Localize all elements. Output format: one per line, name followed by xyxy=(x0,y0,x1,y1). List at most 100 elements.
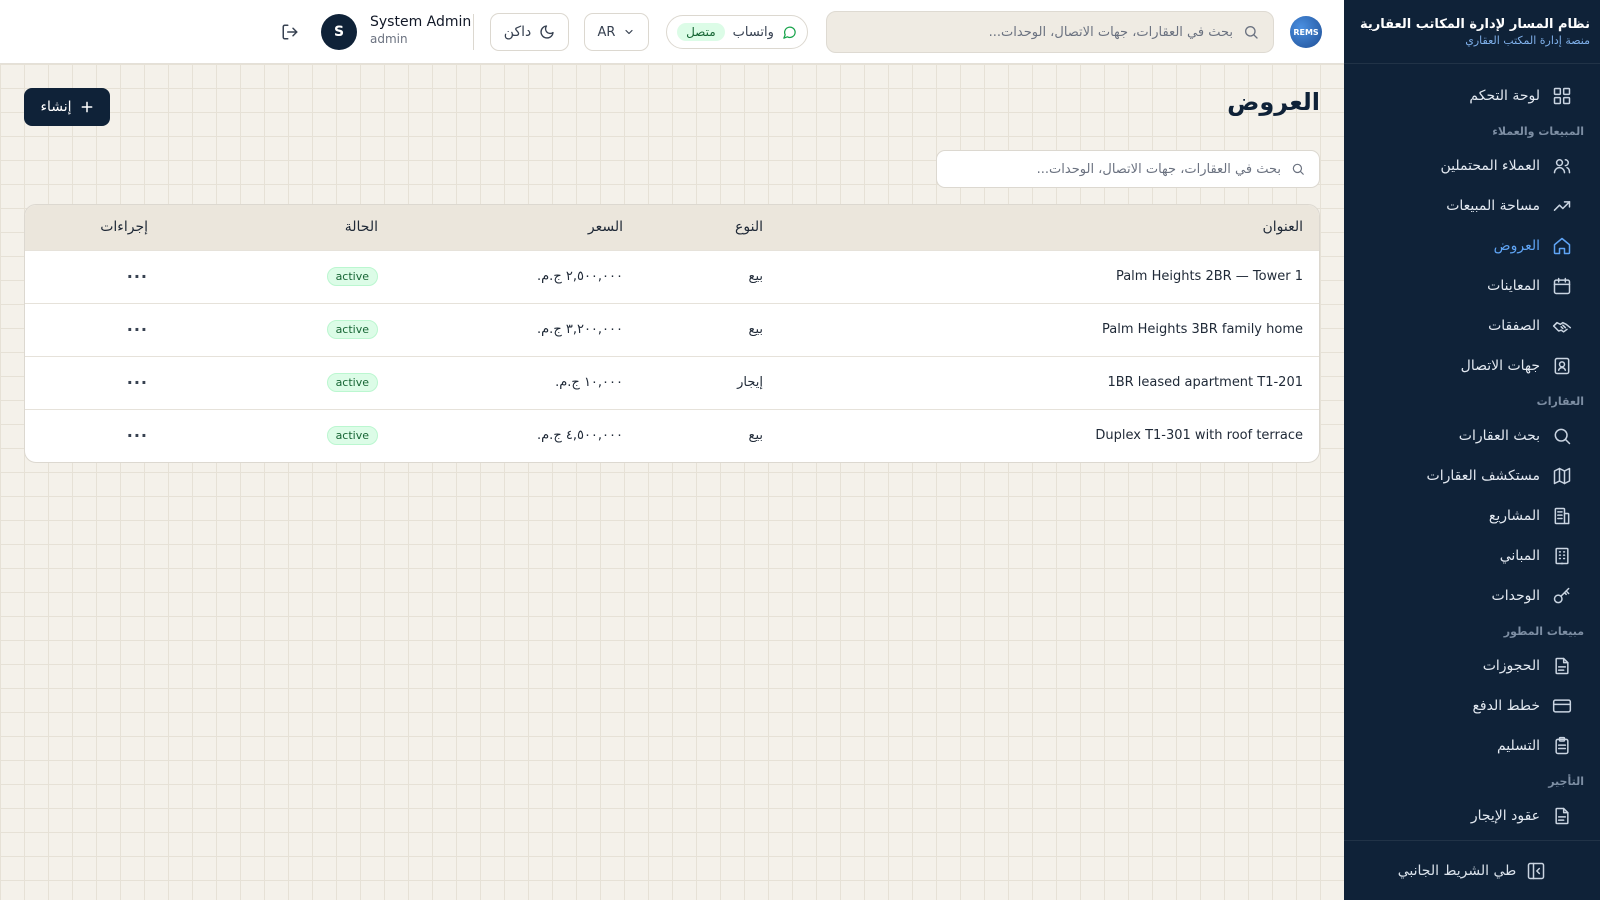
listings-search-input[interactable] xyxy=(951,161,1281,177)
sidebar-item-label: خطط الدفع xyxy=(1472,698,1540,714)
sidebar-item[interactable]: بحث العقارات xyxy=(1344,416,1600,456)
header-actions: إجراءات xyxy=(100,219,148,236)
sidebar-item-label: بحث العقارات xyxy=(1458,428,1540,444)
sidebar-item-label: جهات الاتصال xyxy=(1460,358,1540,374)
row-actions-button[interactable]: ··· xyxy=(127,426,148,445)
main-content: العروض إنشاء العنوان النوع السعر الحالة … xyxy=(0,64,1344,900)
sidebar-item[interactable]: التسليم xyxy=(1344,726,1600,766)
cell-status: active xyxy=(164,356,394,409)
sidebar-item-label: التسليم xyxy=(1496,738,1540,754)
cell-price-text: ١٠,٠٠٠ ج.م. xyxy=(555,375,623,390)
cell-type-text: إيجار xyxy=(737,375,763,390)
user-info[interactable]: System Admin admin xyxy=(370,14,471,46)
sidebar-header: REMS نظام المسار لإدارة المكاتب العقارية… xyxy=(1344,0,1600,64)
plus-icon xyxy=(81,101,92,113)
building-icon xyxy=(1555,547,1569,565)
sidebar-item[interactable]: لوحة التحكم xyxy=(1344,76,1600,116)
sidebar-item[interactable]: مساحة المبيعات xyxy=(1344,186,1600,226)
theme-toggle-button[interactable]: داكن xyxy=(490,13,569,51)
cell-title: Duplex T1-301 with roof terrace xyxy=(779,409,1319,462)
cell-price-text: ٢,٥٠٠,٠٠٠ ج.م. xyxy=(537,269,623,284)
cell-price: ٣,٢٠٠,٠٠٠ ج.م. xyxy=(394,303,639,356)
whatsapp-status[interactable]: واتساب متصل xyxy=(666,15,808,49)
cell-type: إيجار xyxy=(639,356,779,409)
sidebar-item-label: الوحدات xyxy=(1491,588,1540,604)
sidebar-item[interactable]: المعاينات xyxy=(1344,266,1600,306)
cell-price-text: ٤,٥٠٠,٠٠٠ ج.م. xyxy=(537,428,623,444)
global-search-input[interactable] xyxy=(841,24,1233,40)
search-icon xyxy=(1554,428,1571,445)
page-title: العروض xyxy=(1227,88,1320,116)
sidebar-item-label: العروض xyxy=(1493,238,1540,254)
sidebar-item-label: لوحة التحكم xyxy=(1469,88,1540,104)
user-role: admin xyxy=(370,32,408,46)
sidebar-item-label: المعاينات xyxy=(1487,278,1540,294)
brand-title: نظام المسار لإدارة المكاتب العقارية xyxy=(1360,16,1590,32)
map-icon xyxy=(1553,467,1571,485)
credit-card-icon xyxy=(1552,699,1572,713)
header-type[interactable]: النوع xyxy=(639,205,779,250)
cell-price: ٤,٥٠٠,٠٠٠ ج.م. xyxy=(394,409,639,462)
table-body: Palm Heights 2BR — Tower 1 بيع ٢,٥٠٠,٠٠٠ ج… xyxy=(25,250,1319,462)
sidebar-item[interactable]: الحجوزات xyxy=(1344,646,1600,686)
brand-subtitle: منصة إدارة المكتب العقاري xyxy=(1465,33,1590,47)
cell-status: active xyxy=(164,250,394,303)
cell-actions: ··· xyxy=(25,356,164,409)
sidebar-item[interactable]: العروض xyxy=(1344,226,1600,266)
cell-title: 1BR leased apartment T1-201 xyxy=(779,356,1319,409)
cell-title-text: Duplex T1-301 with roof terrace xyxy=(1095,428,1303,444)
row-actions-button[interactable]: ··· xyxy=(127,267,148,286)
sidebar-nav: لوحة التحكم المبيعات والعملاء العملاء المح… xyxy=(1344,64,1600,840)
table-row[interactable]: Palm Heights 3BR family home بيع ٣,٢٠٠,٠٠٠… xyxy=(25,303,1319,356)
theme-label: داكن xyxy=(503,24,532,40)
sidebar-item[interactable]: جهات الاتصال xyxy=(1344,346,1600,386)
create-button[interactable]: إنشاء xyxy=(24,88,110,126)
status-badge: active xyxy=(326,426,378,446)
whatsapp-chat-icon xyxy=(783,26,796,39)
sidebar-item-label: العملاء المحتملين xyxy=(1440,158,1540,174)
trending-up-icon xyxy=(1553,201,1571,211)
sidebar-item[interactable]: الصفقات xyxy=(1344,306,1600,346)
header-status[interactable]: الحالة xyxy=(164,205,394,250)
user-name: System Admin xyxy=(370,14,472,30)
language-switcher[interactable]: AR xyxy=(584,13,649,51)
row-actions-button[interactable]: ··· xyxy=(127,373,148,392)
table-row[interactable]: 1BR leased apartment T1-201 إيجار ١٠,٠٠٠ ج… xyxy=(25,356,1319,409)
table-row[interactable]: Duplex T1-301 with roof terrace بيع ٤,٥٠٠,… xyxy=(25,409,1319,462)
sidebar-item[interactable]: الوحدات xyxy=(1344,576,1600,616)
global-search[interactable] xyxy=(826,11,1274,53)
sidebar-item[interactable]: العملاء المحتملين xyxy=(1344,146,1600,186)
sidebar-item[interactable]: المشاريع xyxy=(1344,496,1600,536)
sidebar-item[interactable]: خطط الدفع xyxy=(1344,686,1600,726)
cell-actions: ··· xyxy=(25,250,164,303)
avatar[interactable]: S xyxy=(321,14,357,50)
cell-type: بيع xyxy=(639,250,779,303)
sidebar-item[interactable]: عقود الإيجار xyxy=(1344,796,1600,836)
table-row[interactable]: Palm Heights 2BR — Tower 1 بيع ٢,٥٠٠,٠٠٠ ج… xyxy=(25,250,1319,303)
collapse-sidebar-button[interactable]: طي الشريط الجانبي xyxy=(1344,840,1600,900)
row-actions-button[interactable]: ··· xyxy=(127,320,148,339)
brand-title-block: نظام المسار لإدارة المكاتب العقارية منصة… xyxy=(1360,17,1590,47)
sidebar-item-label: مساحة المبيعات xyxy=(1446,198,1540,214)
header-price[interactable]: السعر xyxy=(394,205,639,250)
sidebar-item[interactable]: مستكشف العقارات xyxy=(1344,456,1600,496)
logout-icon[interactable] xyxy=(281,23,299,41)
sidebar-section-label: العقارات xyxy=(1536,394,1584,408)
listings-table-card: العنوان النوع السعر الحالة إجراءات Palm … xyxy=(24,204,1320,463)
sidebar-item-label: الصفقات xyxy=(1488,318,1540,334)
topbar-divider xyxy=(473,14,474,50)
whatsapp-connected-badge: متصل xyxy=(677,23,725,41)
listings-search[interactable] xyxy=(936,150,1320,188)
cell-price: ١٠,٠٠٠ ج.م. xyxy=(394,356,639,409)
listings-table: العنوان النوع السعر الحالة إجراءات Palm … xyxy=(25,205,1319,462)
sidebar-item-label: عقود الإيجار xyxy=(1470,808,1540,824)
topbar-logo[interactable]: REMS xyxy=(1290,16,1322,48)
cell-title-text: Palm Heights 3BR family home xyxy=(1102,322,1303,337)
sidebar-item-label: مستكشف العقارات xyxy=(1426,468,1540,484)
sidebar-section-label: التأجير xyxy=(1548,774,1584,788)
sidebar-item[interactable]: المباني xyxy=(1344,536,1600,576)
sidebar-item-label: المباني xyxy=(1499,548,1540,564)
contact-card-icon xyxy=(1554,357,1570,375)
document-icon xyxy=(1555,657,1569,675)
header-title[interactable]: العنوان xyxy=(779,205,1319,250)
